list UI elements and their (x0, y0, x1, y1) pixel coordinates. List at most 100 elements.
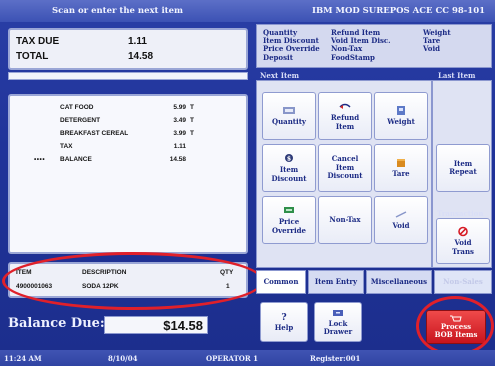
receipt-line-desc: CAT FOOD (60, 104, 94, 111)
total-value: 14.58 (128, 51, 154, 62)
message-line (8, 72, 248, 80)
help-label: Help (274, 322, 294, 332)
tab-miscellaneous[interactable]: Miscellaneous (366, 270, 432, 294)
receipt-line-price: 5.99 (173, 104, 186, 111)
code-item: Void (423, 44, 441, 54)
totals-panel: TAX DUE 1.11 TOTAL 14.58 (8, 28, 248, 70)
process-label-line2: BOB Items (434, 330, 478, 339)
receipt-line-flag: T (190, 104, 194, 111)
process-bob-items-button[interactable]: Process BOB Items (426, 310, 486, 344)
last-item-label: Last Item (438, 71, 476, 80)
status-time: 11:24 AM (4, 354, 42, 363)
receipt-line-desc: DETERGENT (60, 117, 101, 124)
scan-prompt: Scan or enter the next item (52, 6, 183, 16)
transaction-label: Transaction (437, 209, 484, 218)
code-item: Deposit (263, 52, 293, 62)
tax-due-row: TAX DUE 1.11 (16, 36, 242, 50)
codes-col-1: Quantity Item Discount Price Override De… (263, 28, 320, 62)
description-header: DESCRIPTION (82, 269, 127, 276)
status-register: Register:001 (310, 354, 361, 363)
menu-tabs: Common Item Entry Miscellaneous Non-Sale… (256, 270, 492, 294)
total-label: TOTAL (16, 51, 49, 62)
item-header: ITEM (16, 269, 32, 276)
receipt-line: BREAKFAST CEREAL 3.99 T (10, 130, 246, 140)
receipt-balance-line: •••• BALANCE 14.58 (10, 156, 246, 166)
item-entry-panel: ITEM DESCRIPTION QTY 4900001063 SODA 12P… (8, 262, 248, 298)
item-discount-button[interactable]: $ Item Discount (262, 144, 316, 192)
receipt-line-desc: BALANCE (60, 156, 92, 163)
svg-text:?: ? (281, 313, 286, 322)
tare-button[interactable]: Tare (374, 144, 428, 192)
tab-common[interactable]: Common (256, 270, 306, 294)
help-button[interactable]: ? Help (260, 302, 308, 342)
refund-icon (339, 103, 351, 109)
title-bar: Scan or enter the next item IBM MOD SURE… (0, 0, 495, 22)
item-discount-label-line2: Discount (271, 173, 307, 183)
receipt-line-desc: BREAKFAST CEREAL (60, 130, 129, 137)
cancel-icon (458, 226, 468, 237)
item-repeat-label-line2: Repeat (449, 167, 477, 176)
balance-due-label: Balance Due: (8, 316, 105, 331)
receipt-line-price: 14.58 (169, 156, 186, 163)
void-button[interactable]: Void (374, 196, 428, 244)
item-code: 4900001063 (16, 283, 53, 290)
void-icon (395, 211, 407, 218)
item-description: SODA 12PK (82, 283, 119, 290)
pos-screen: Scan or enter the next item IBM MOD SURE… (0, 0, 495, 366)
receipt-line-flag: T (190, 130, 194, 137)
quantity-button[interactable]: Quantity (262, 92, 316, 140)
next-item-label: Next Item (260, 71, 300, 80)
codes-col-3: Weight Tare Void (423, 28, 451, 54)
price-override-label-line2: Override (271, 225, 306, 235)
status-bar: 11:24 AM 8/10/04 OPERATOR 1 Register:001 (0, 350, 495, 366)
receipt-line-desc: TAX (60, 143, 73, 150)
receipt-line-flag: T (190, 117, 194, 124)
help-icon: ? (281, 313, 286, 322)
price-tag-icon (284, 207, 294, 213)
item-qty: 1 (226, 283, 230, 290)
cancel-item-discount-label-line3: Discount (327, 171, 363, 181)
balance-due-value: $14.58 (104, 316, 208, 334)
refund-item-label-line2: Item (335, 121, 355, 131)
lock-drawer-button[interactable]: Lock Drawer (314, 302, 362, 342)
non-tax-label: Non-Tax (329, 214, 361, 224)
tax-due-value: 1.11 (128, 36, 147, 47)
svg-text:$: $ (287, 156, 291, 163)
tare-label: Tare (392, 169, 410, 179)
total-row: TOTAL 14.58 (16, 51, 242, 65)
non-tax-button[interactable]: Non-Tax (318, 196, 372, 244)
code-item: FoodStamp (331, 52, 375, 62)
receipt-panel: CAT FOOD 5.99 T DETERGENT 3.49 T BREAKFA… (8, 94, 248, 254)
discount-icon: $ (285, 154, 293, 163)
tab-non-sales[interactable]: Non-Sales (434, 270, 492, 294)
receipt-line-price: 1.11 (173, 143, 186, 150)
codes-col-2: Refund Item Void Item Disc. Non-Tax Food… (331, 28, 391, 62)
void-label: Void (392, 221, 410, 231)
receipt-line-price: 3.49 (173, 117, 186, 124)
receipt-line-price: 3.99 (173, 130, 186, 137)
quantity-label: Quantity (271, 117, 306, 127)
terminal-model: IBM MOD SUREPOS ACE CC 98-101 (312, 6, 486, 16)
qty-header: QTY (220, 269, 234, 276)
receipt-line: TAX 1.11 (10, 143, 246, 153)
drawer-icon (333, 309, 343, 316)
cancel-item-discount-button[interactable]: Cancel Item Discount (318, 144, 372, 192)
void-trans-button[interactable]: Void Trans (436, 218, 490, 264)
price-override-button[interactable]: Price Override (262, 196, 316, 244)
refund-item-button[interactable]: Refund Item (318, 92, 372, 140)
weight-button[interactable]: Weight (374, 92, 428, 140)
box-icon (397, 159, 405, 168)
lock-drawer-label-line2: Drawer (323, 327, 353, 336)
item-repeat-button[interactable]: Item Repeat (436, 144, 490, 192)
function-codes-panel: Quantity Item Discount Price Override De… (256, 24, 492, 68)
scale-icon (397, 106, 405, 116)
status-date: 8/10/04 (108, 354, 138, 363)
void-trans-label-line2: Trans (452, 246, 474, 256)
tab-item-entry[interactable]: Item Entry (308, 270, 364, 294)
receipt-line: CAT FOOD 5.99 T (10, 104, 246, 114)
quantity-icon (283, 107, 295, 115)
weight-label: Weight (387, 117, 415, 127)
balance-marker: •••• (34, 156, 46, 163)
tax-due-label: TAX DUE (16, 36, 60, 47)
status-operator: OPERATOR 1 (206, 354, 258, 363)
